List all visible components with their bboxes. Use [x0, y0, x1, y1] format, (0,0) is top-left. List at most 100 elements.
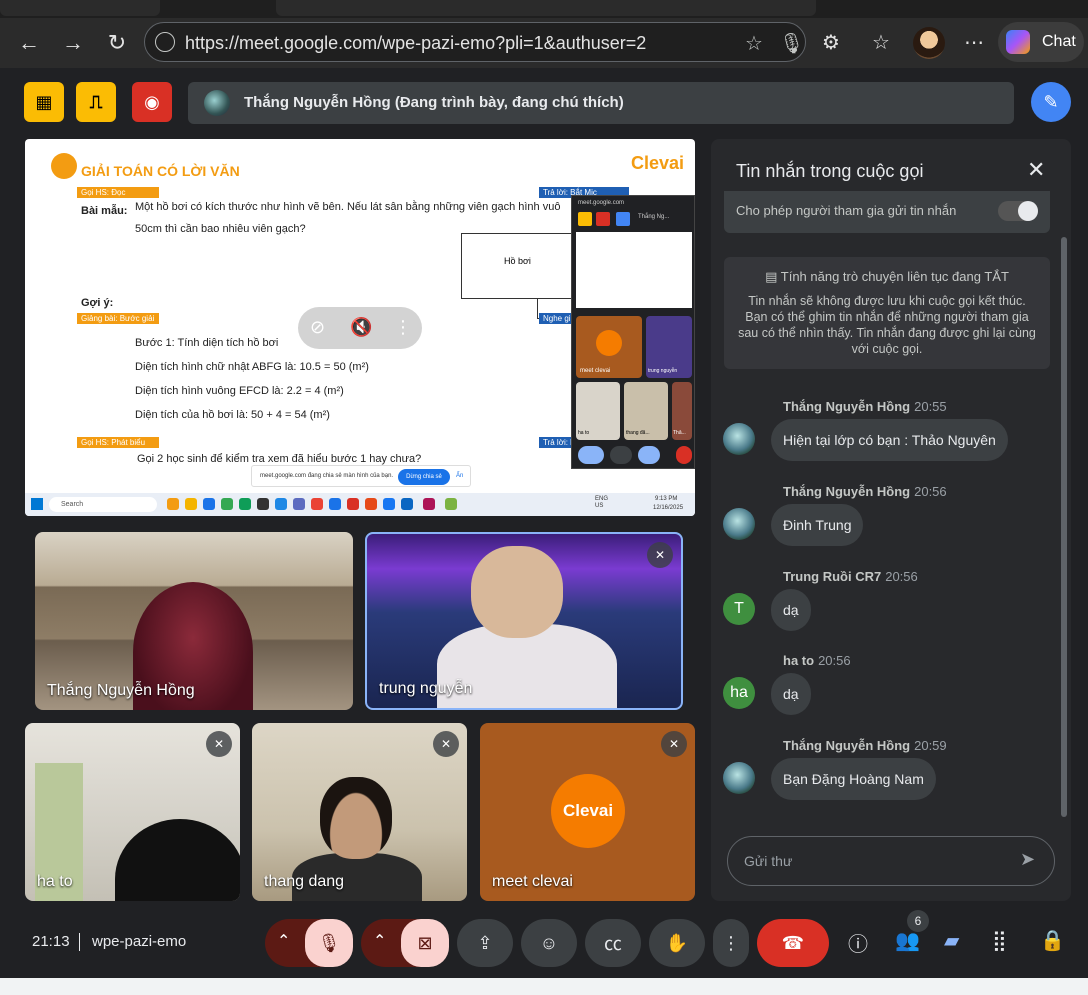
- taskbar-app-icon: [221, 498, 233, 510]
- star-icon[interactable]: ☆: [745, 31, 763, 56]
- tray-time: 9:13 PM: [655, 496, 678, 502]
- chat-icon[interactable]: ▰: [944, 928, 959, 953]
- activities-icon[interactable]: ⣿: [992, 928, 1007, 953]
- participant-name: thang dang: [264, 873, 345, 890]
- hide-share-link[interactable]: Ẩn: [456, 473, 463, 479]
- taskbar-app-icon: [365, 498, 377, 510]
- meet-top-bar: ▦ ⎍ ◉ Thắng Nguyễn Hồng (Đang trình bày,…: [0, 68, 1088, 136]
- more-options-icon[interactable]: ⋮: [713, 919, 749, 967]
- meeting-clock: 21:13: [32, 933, 70, 950]
- participant-tile[interactable]: ✕ ha to: [25, 723, 240, 901]
- raise-hand-icon[interactable]: ✋: [649, 919, 705, 967]
- tag-read: Gọi HS: Đọc: [77, 187, 159, 198]
- mini-name: meet clevai: [580, 368, 611, 374]
- mini-meet-window: meet.google.com Thắng Ng... meet clevai …: [571, 195, 695, 469]
- extensions-icon[interactable]: ⚙: [822, 30, 840, 55]
- emoji-reactions-icon[interactable]: ☺: [521, 919, 577, 967]
- chat-info-heading-text: Tính năng trò chuyện liên tục đang TẮT: [780, 269, 1009, 284]
- allow-messages-toggle[interactable]: [998, 201, 1038, 221]
- profile-avatar[interactable]: [913, 27, 945, 59]
- site-info-icon[interactable]: [155, 32, 175, 52]
- participant-name: trung nguyễn: [379, 680, 473, 697]
- tag-speak: Gọi HS: Phát biểu: [77, 437, 159, 448]
- participant-tile[interactable]: ✕ trung nguyễn: [365, 532, 683, 710]
- chat-info-body: Tin nhắn sẽ không được lưu khi cuộc gọi …: [738, 294, 1036, 356]
- camera-control-group: ⌃ ⊠: [361, 919, 449, 967]
- mic-icon[interactable]: 🎙: [779, 31, 804, 56]
- captions-icon[interactable]: ㏄: [585, 919, 641, 967]
- hide-presentation-icon[interactable]: ▦: [24, 82, 64, 122]
- close-icon[interactable]: ✕: [1027, 157, 1045, 183]
- chat-scrollbar[interactable]: [1061, 237, 1067, 817]
- presentation-controls: ⊘ 🔇 ⋮: [298, 307, 422, 349]
- message-bubble[interactable]: Hiện tại lớp có bạn : Thảo Nguyên: [771, 419, 1008, 461]
- copilot-chat-button[interactable]: Chat: [998, 22, 1084, 62]
- camera-options-chevron-icon[interactable]: ⌃: [373, 931, 386, 951]
- more-vert-icon[interactable]: ⋮: [394, 317, 412, 338]
- chat-input-placeholder[interactable]: Gửi thư: [744, 853, 792, 869]
- url-text[interactable]: https://meet.google.com/wpe-pazi-emo?pli…: [185, 33, 646, 54]
- slide-brand: Clevai: [631, 153, 685, 173]
- mute-tile-icon[interactable]: 🔇: [350, 317, 372, 338]
- allow-messages-label: Cho phép người tham gia gửi tin nhắn: [736, 203, 957, 218]
- meeting-control-bar: 21:13 wpe-pazi-emo ⌃ 🎙 ⌃ ⊠ ⇪ ☺ ㏄ ✋ ⋮ ☎ ⓘ…: [0, 910, 1088, 976]
- taskbar-app-icon: [401, 498, 413, 510]
- browser-tab[interactable]: [0, 0, 160, 16]
- participant-tile[interactable]: Thắng Nguyễn Hồng: [35, 532, 353, 710]
- message-time: 20:56: [818, 653, 851, 668]
- send-icon[interactable]: ➤: [1020, 849, 1035, 870]
- mini-tile-hato: ha to: [576, 382, 620, 440]
- participant-video: [320, 777, 392, 859]
- shared-screen: GIẢI TOÁN CÓ LỜI VĂN Clevai Gọi HS: Đọc …: [25, 139, 695, 516]
- tab-strip: [0, 0, 1088, 18]
- presenter-text: Thắng Nguyễn Hồng (Đang trình bày, đang …: [244, 94, 624, 111]
- unpin-icon[interactable]: ⊘: [310, 317, 325, 338]
- favorites-icon[interactable]: ☆: [872, 30, 890, 55]
- camera-off-button[interactable]: ⊠: [401, 919, 449, 967]
- mini-cam-icon: [610, 446, 632, 464]
- participant-tile[interactable]: ✕ thang dang: [252, 723, 467, 901]
- recording-icon[interactable]: ◉: [132, 82, 172, 122]
- annotate-pen-icon[interactable]: ✎: [1031, 82, 1071, 122]
- chat-input[interactable]: Gửi thư ➤: [727, 836, 1055, 886]
- browser-tab[interactable]: [276, 0, 816, 16]
- screen-share-notice: meet.google.com đang chia sẻ màn hình củ…: [251, 465, 471, 487]
- mini-pen-icon: [616, 212, 630, 226]
- people-icon[interactable]: 👥: [895, 928, 920, 953]
- meeting-info-icon[interactable]: ⓘ: [848, 928, 868, 957]
- mic-options-chevron-icon[interactable]: ⌃: [277, 931, 290, 951]
- line-abfg: Diện tích hình chữ nhật ABFG là: 10.5 = …: [135, 361, 369, 373]
- address-bar[interactable]: https://meet.google.com/wpe-pazi-emo?pli…: [144, 22, 806, 62]
- host-controls-icon[interactable]: 🔒: [1040, 928, 1065, 953]
- taskbar-app-icon: [347, 498, 359, 510]
- reload-icon[interactable]: ↻: [102, 28, 132, 58]
- stop-sharing-button[interactable]: Dừng chia sẻ: [398, 469, 450, 485]
- mini-name: Thă...: [673, 430, 686, 436]
- message-bubble[interactable]: dạ: [771, 673, 811, 715]
- message-bubble[interactable]: Đinh Trung: [771, 504, 864, 546]
- message-time: 20:55: [914, 399, 947, 414]
- back-icon[interactable]: ←: [14, 28, 44, 58]
- mini-name: trung nguyễn: [648, 368, 678, 374]
- sender-name: Trung Ruồi CR7: [783, 569, 882, 584]
- mic-control-group: ⌃ 🎙: [265, 919, 353, 967]
- sender-name: Thắng Nguyễn Hồng: [783, 484, 911, 499]
- mini-clevai-logo: [596, 330, 622, 356]
- participant-tile[interactable]: Clevai ✕ meet clevai: [480, 723, 695, 901]
- problem-line-1: Một hồ bơi có kích thước như hình vẽ bên…: [135, 201, 561, 213]
- sender-name: Thắng Nguyễn Hồng: [783, 399, 911, 414]
- participant-video: [115, 819, 240, 901]
- taskbar-app-icon: [275, 498, 287, 510]
- message-bubble[interactable]: dạ: [771, 589, 811, 631]
- message-bubble[interactable]: Bạn Đặng Hoàng Nam: [771, 758, 936, 800]
- mic-off-button[interactable]: 🎙: [305, 919, 353, 967]
- more-icon[interactable]: ⋯: [964, 30, 984, 55]
- message-header: ha to 20:56: [783, 653, 851, 668]
- present-screen-icon[interactable]: ⇪: [457, 919, 513, 967]
- hang-up-icon[interactable]: ☎: [757, 919, 829, 967]
- mic-off-icon: ✕: [433, 731, 459, 757]
- forward-icon[interactable]: →: [58, 28, 88, 58]
- leave-room-icon[interactable]: ⎍: [76, 82, 116, 122]
- taskbar-app-icon: [239, 498, 251, 510]
- message-header: Thắng Nguyễn Hồng 20:59: [783, 738, 947, 753]
